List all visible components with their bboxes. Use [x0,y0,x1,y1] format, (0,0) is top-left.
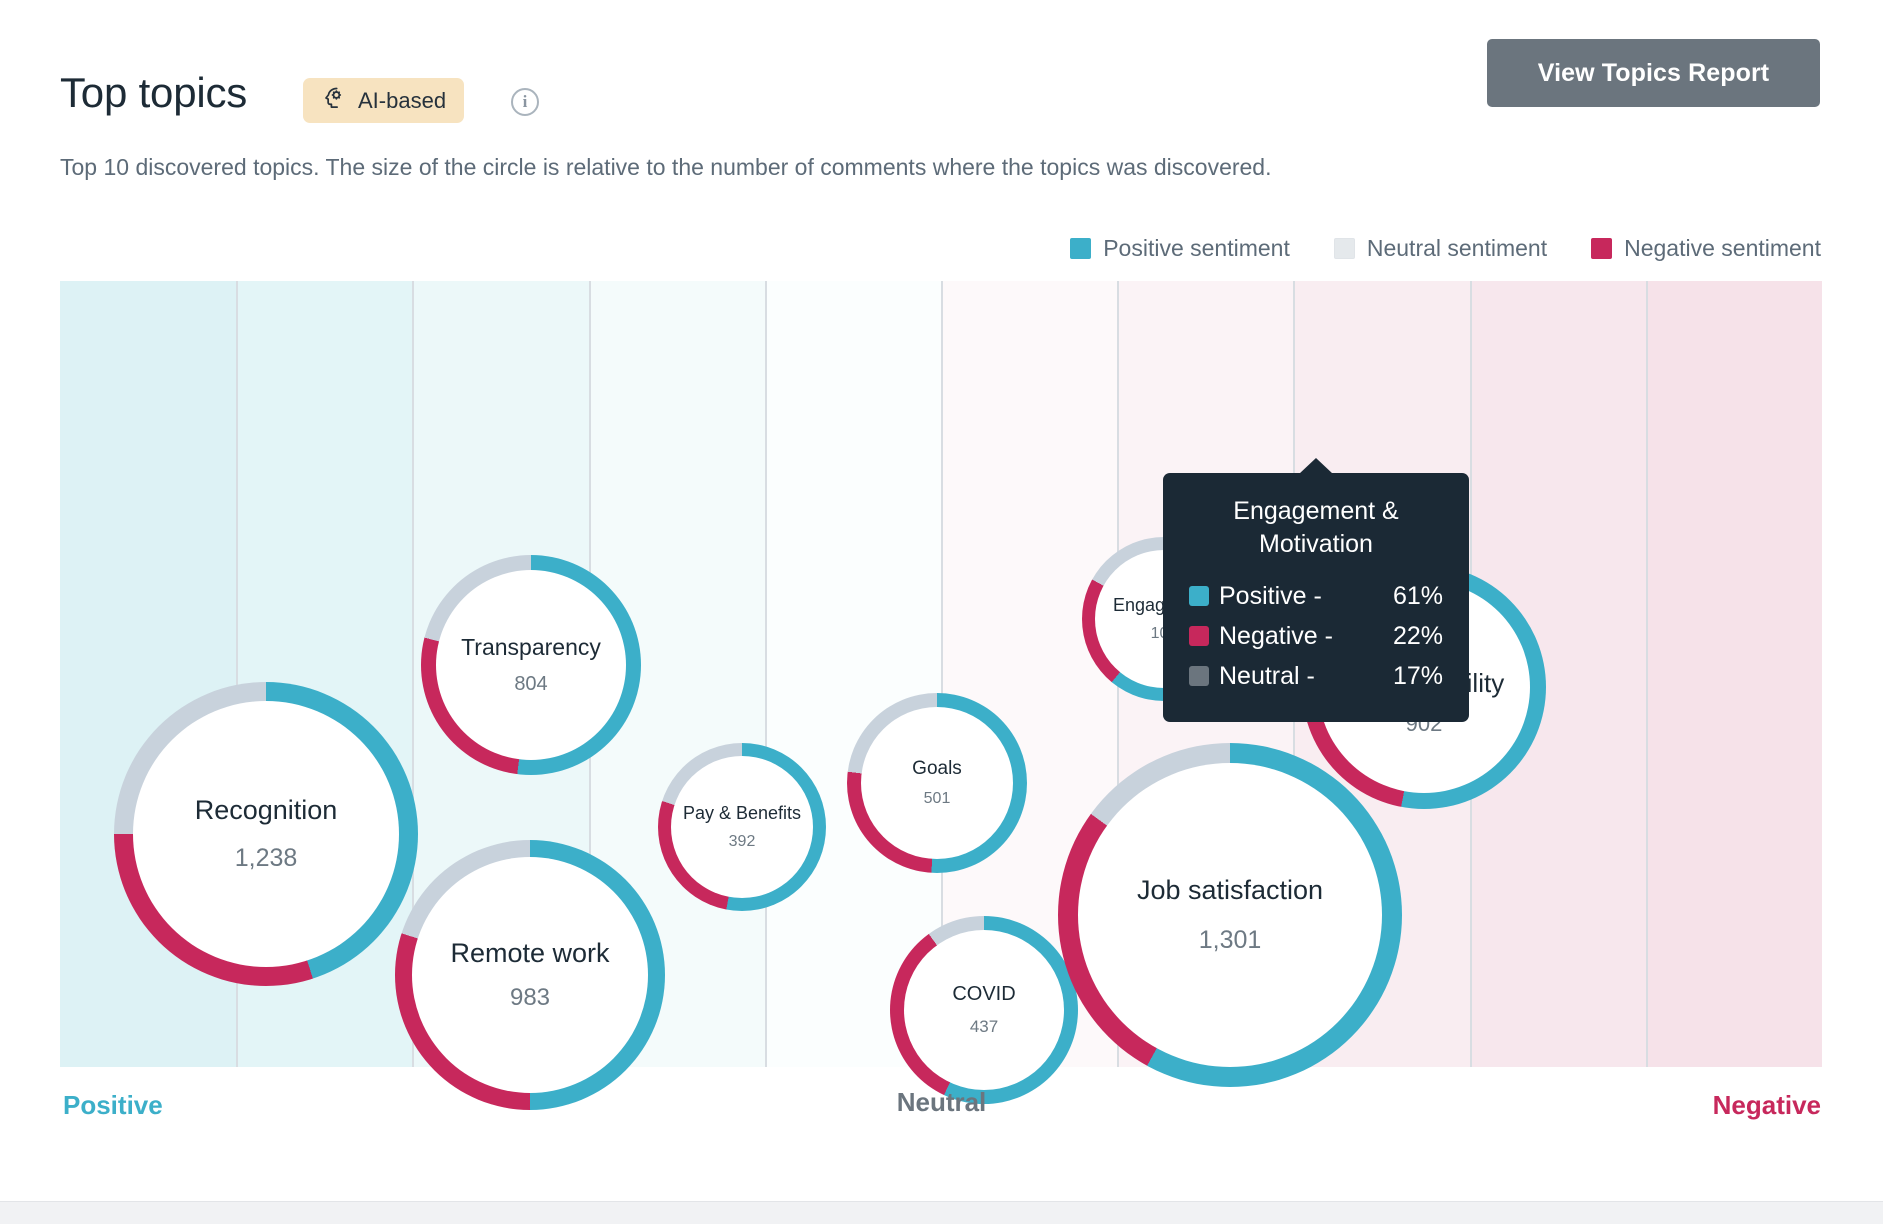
legend-label: Negative sentiment [1624,235,1821,261]
tooltip-row-value: 22% [1392,622,1443,650]
gridline [1645,281,1648,1067]
page-subtitle: Top 10 discovered topics. The size of th… [60,154,1272,180]
bubble-center [412,857,648,1093]
bubble-center [133,701,399,967]
topic-bubble[interactable]: Pay & Benefits 392 [658,743,826,911]
topic-bubble[interactable]: Remote work 983 [395,840,665,1110]
bubble-center [436,570,626,760]
legend-label: Neutral sentiment [1366,235,1548,261]
info-icon[interactable]: i [511,88,539,116]
bubble-center [671,756,813,898]
top-topics-card: Top topics AI-based i Top 10 discovered … [0,0,1883,1202]
tooltip-row-label: Negative - [1219,622,1333,650]
page-title: Top topics [60,69,248,116]
tooltip-row-label: Positive - [1219,582,1322,610]
sentiment-legend: Positive sentiment Neutral sentiment Negat… [1070,235,1821,262]
tooltip-title: Engagement & Motivation [1233,497,1399,558]
tooltip-row-label: Neutral - [1219,662,1315,690]
legend-label: Positive sentiment [1103,235,1290,261]
gridline [764,281,767,1067]
bubble-chart-plot: Recognition 1,238 Transparency 804 Remote wo… [60,281,1823,1110]
tooltip-row: Negative - 22% [1189,616,1443,656]
tooltip-row: Positive - 61% [1189,576,1443,616]
topic-bubble[interactable]: Transparency 804 [421,555,641,775]
legend-swatch-icon [1333,238,1355,259]
bubble-center [861,707,1013,859]
tooltip-swatch-icon [1189,666,1209,686]
topic-bubble[interactable]: COVID 437 [890,916,1078,1104]
tooltip-arrow [1299,458,1333,474]
legend-swatch-icon [1591,238,1613,259]
bubble-center [904,930,1064,1090]
ai-badge-label: AI-based [358,87,447,113]
tooltip-row-value: 17% [1392,662,1443,690]
ai-based-badge: AI-based [303,78,465,123]
axis-label-neutral: Neutral [896,1087,987,1117]
tooltip-rows: Positive - 61% Negative - 22% Neutral - 17% [1189,576,1443,696]
tooltip-swatch-icon [1189,626,1209,646]
axis-label-negative: Negative [1712,1090,1821,1120]
legend-item[interactable]: Positive sentiment [1070,235,1290,262]
tooltip-row-value: 61% [1392,582,1443,610]
tooltip-swatch-icon [1189,586,1209,606]
legend-item[interactable]: Neutral sentiment [1333,235,1548,262]
legend-swatch-icon [1070,238,1092,259]
view-topics-report-button[interactable]: View Topics Report [1487,39,1820,107]
bubble-tooltip: Engagement & Motivation Positive - 61% Neg… [1163,458,1469,722]
ai-head-gear-icon [321,85,347,116]
topic-bubble[interactable]: Recognition 1,238 [114,682,418,986]
topic-bubble[interactable]: Goals 501 [847,693,1027,873]
tooltip-row: Neutral - 17% [1189,656,1443,696]
legend-item[interactable]: Negative sentiment [1591,235,1821,262]
